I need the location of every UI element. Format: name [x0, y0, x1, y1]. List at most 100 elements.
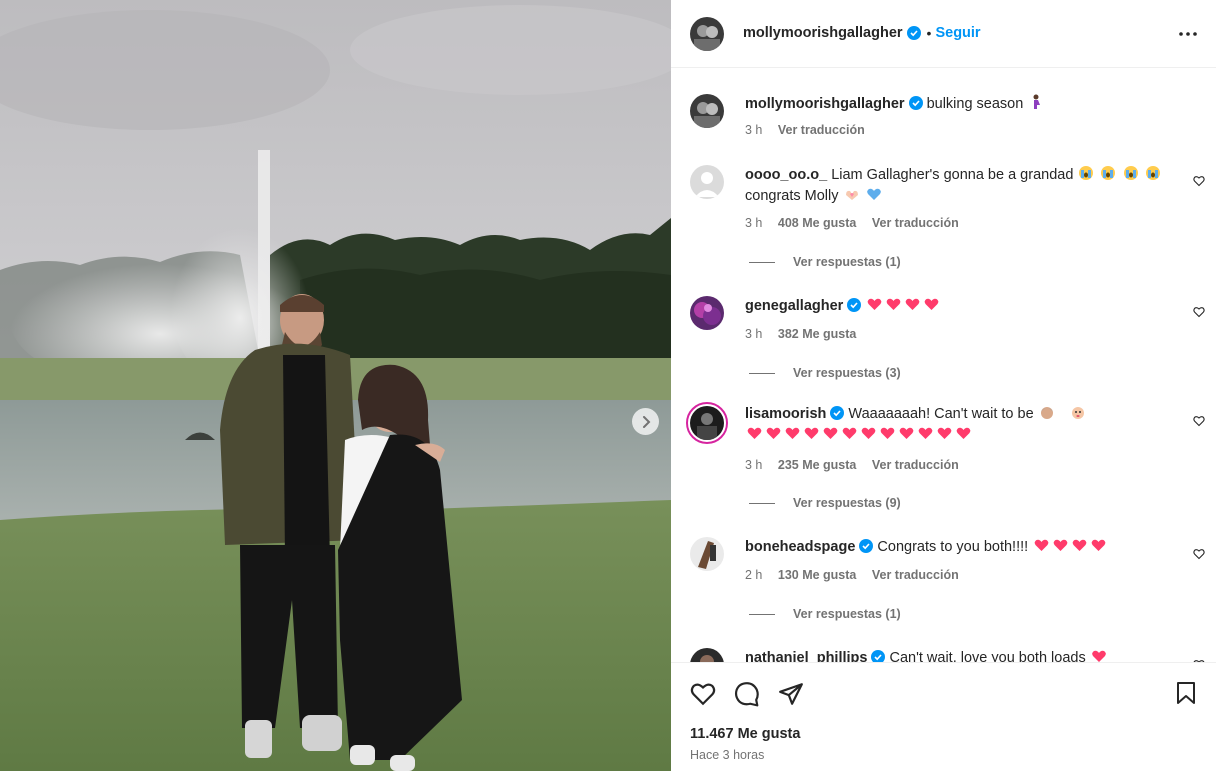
baby-emoji-icon: [1071, 407, 1084, 419]
red-heart-emoji-icon: [1072, 539, 1087, 551]
default-avatar[interactable]: [690, 165, 724, 199]
like-comment-heart-icon[interactable]: [1193, 415, 1205, 427]
comment-meta: 3 h 382 Me gusta: [745, 327, 868, 341]
caption-avatar[interactable]: [690, 94, 724, 128]
genegallagher-avatar[interactable]: [690, 296, 724, 330]
comment-username[interactable]: lisamoorish: [745, 406, 826, 422]
red-heart-emoji-icon: [747, 427, 762, 439]
older-woman-emoji-icon: [1040, 407, 1053, 419]
comment-text: Can't wait, love you both loads: [889, 650, 1086, 662]
red-heart-emoji-icon: [1034, 539, 1049, 551]
more-options-icon[interactable]: [1178, 24, 1198, 44]
comment-bubble-icon[interactable]: [734, 681, 760, 707]
verified-icon: [908, 96, 923, 110]
pregnant-woman-emoji-icon: [1033, 94, 1041, 109]
comment-text: Waaaaaaah! Can't wait to be: [848, 406, 1034, 422]
comment-likes[interactable]: 382 Me gusta: [778, 327, 857, 341]
author-username[interactable]: mollymoorishgallagher: [743, 25, 903, 41]
caption-username[interactable]: mollymoorishgallagher: [745, 96, 905, 112]
caption-translate-link[interactable]: Ver traducción: [778, 123, 865, 137]
red-heart-emoji-icon: [785, 427, 800, 439]
comment-likes[interactable]: 235 Me gusta: [778, 458, 857, 472]
view-replies-button[interactable]: Ver respuestas (1): [749, 607, 901, 621]
share-paper-plane-icon[interactable]: [778, 681, 804, 707]
verified-icon: [859, 539, 874, 553]
lisamoorish-avatar[interactable]: [686, 402, 728, 444]
red-heart-emoji-icon: [887, 298, 901, 310]
translate-link[interactable]: Ver traducción: [872, 216, 959, 230]
separator-dot: •: [926, 25, 932, 41]
red-heart-emoji-icon: [823, 427, 838, 439]
comment-username[interactable]: oooo_oo.o_: [745, 167, 827, 183]
like-comment-heart-icon[interactable]: [1193, 548, 1205, 560]
blue-heart-emoji-icon: [866, 188, 881, 200]
post-likes-count[interactable]: 11.467 Me gusta: [690, 726, 800, 742]
comment-likes[interactable]: 130 Me gusta: [778, 568, 857, 582]
boneheadspage-avatar[interactable]: [690, 537, 724, 571]
like-comment-heart-icon[interactable]: [1193, 306, 1205, 318]
post-header: mollymoorishgallagher • Seguir: [671, 0, 1216, 68]
comment-text-row: genegallagher: [745, 296, 1185, 317]
caption-text: bulking season: [926, 96, 1024, 112]
red-heart-emoji-icon: [956, 427, 971, 439]
author-avatar[interactable]: [690, 17, 724, 51]
replies-divider: [749, 503, 775, 505]
next-photo-button[interactable]: [632, 408, 659, 435]
comments-list: mollymoorishgallagher bulking season 3 h…: [671, 68, 1216, 662]
comment-likes[interactable]: 408 Me gusta: [778, 216, 857, 230]
view-replies-label: Ver respuestas (3): [793, 366, 901, 380]
red-heart-emoji-icon: [937, 427, 952, 439]
crying-face-emojis: [1077, 166, 1161, 183]
red-heart-emoji-icon: [804, 427, 819, 439]
follow-button[interactable]: Seguir: [935, 25, 980, 41]
caption-meta: 3 h Ver traducción: [745, 123, 877, 137]
red-heart-emoji-icon: [842, 427, 857, 439]
heart-hands-emoji-icon: [845, 190, 858, 200]
red-heart-emoji-icon: [1091, 539, 1106, 551]
heart-emojis: [745, 427, 973, 443]
view-replies-button[interactable]: Ver respuestas (3): [749, 366, 901, 380]
heart-emojis: [1032, 539, 1108, 555]
post-timestamp: Hace 3 horas: [690, 748, 765, 762]
like-heart-icon[interactable]: [690, 681, 716, 707]
red-heart-emoji-icon: [906, 298, 920, 310]
like-comment-heart-icon[interactable]: [1193, 175, 1205, 187]
view-replies-label: Ver respuestas (1): [793, 255, 901, 269]
red-heart-emoji-icon: [918, 427, 933, 439]
save-bookmark-icon[interactable]: [1174, 681, 1198, 705]
post-details-panel: mollymoorishgallagher • Seguir mollymoor…: [671, 0, 1216, 771]
translate-link[interactable]: Ver traducción: [872, 568, 959, 582]
replies-divider: [749, 614, 775, 616]
red-heart-emoji-icon: [766, 427, 781, 439]
comment-text-row: nathaniel_phillips Can't wait, love you …: [745, 648, 1185, 662]
comment-text-row: lisamoorish Waaaaaaah! Can't wait to be: [745, 404, 1185, 446]
view-replies-label: Ver respuestas (9): [793, 496, 901, 510]
verified-icon: [871, 650, 886, 662]
translate-link[interactable]: Ver traducción: [872, 458, 959, 472]
red-heart-emoji-icon: [868, 298, 882, 310]
replies-divider: [749, 373, 775, 375]
red-heart-emoji-icon: [1053, 539, 1068, 551]
heart-emojis: [865, 298, 941, 314]
view-replies-button[interactable]: Ver respuestas (1): [749, 255, 901, 269]
post-photo[interactable]: [0, 0, 671, 771]
view-replies-button[interactable]: Ver respuestas (9): [749, 496, 901, 510]
comment-text: Liam Gallagher's gonna be a grandad: [831, 167, 1074, 183]
comment-username[interactable]: boneheadspage: [745, 539, 855, 555]
comment-username[interactable]: genegallagher: [745, 298, 843, 314]
comment-time: 3 h: [745, 327, 763, 341]
loudly-crying-emoji-icon: [1123, 166, 1138, 180]
comment-username[interactable]: nathaniel_phillips: [745, 650, 867, 662]
comment-time: 3 h: [745, 458, 763, 472]
caption-time: 3 h: [745, 123, 763, 137]
caption-text-row: mollymoorishgallagher bulking season: [745, 94, 1185, 115]
comment-meta: 3 h 235 Me gusta Ver traducción: [745, 458, 971, 472]
post-actions-bar: 11.467 Me gusta Hace 3 horas: [671, 662, 1216, 771]
red-heart-emoji-icon: [1091, 650, 1106, 662]
red-heart-emoji-icon: [861, 427, 876, 439]
comment-text-row: oooo_oo.o_ Liam Gallagher's gonna be a g…: [745, 165, 1185, 207]
nathaniel-avatar[interactable]: [690, 648, 724, 662]
verified-icon: [830, 406, 845, 420]
comment-text-row: boneheadspage Congrats to you both!!!!: [745, 537, 1185, 558]
red-heart-emoji-icon: [880, 427, 895, 439]
